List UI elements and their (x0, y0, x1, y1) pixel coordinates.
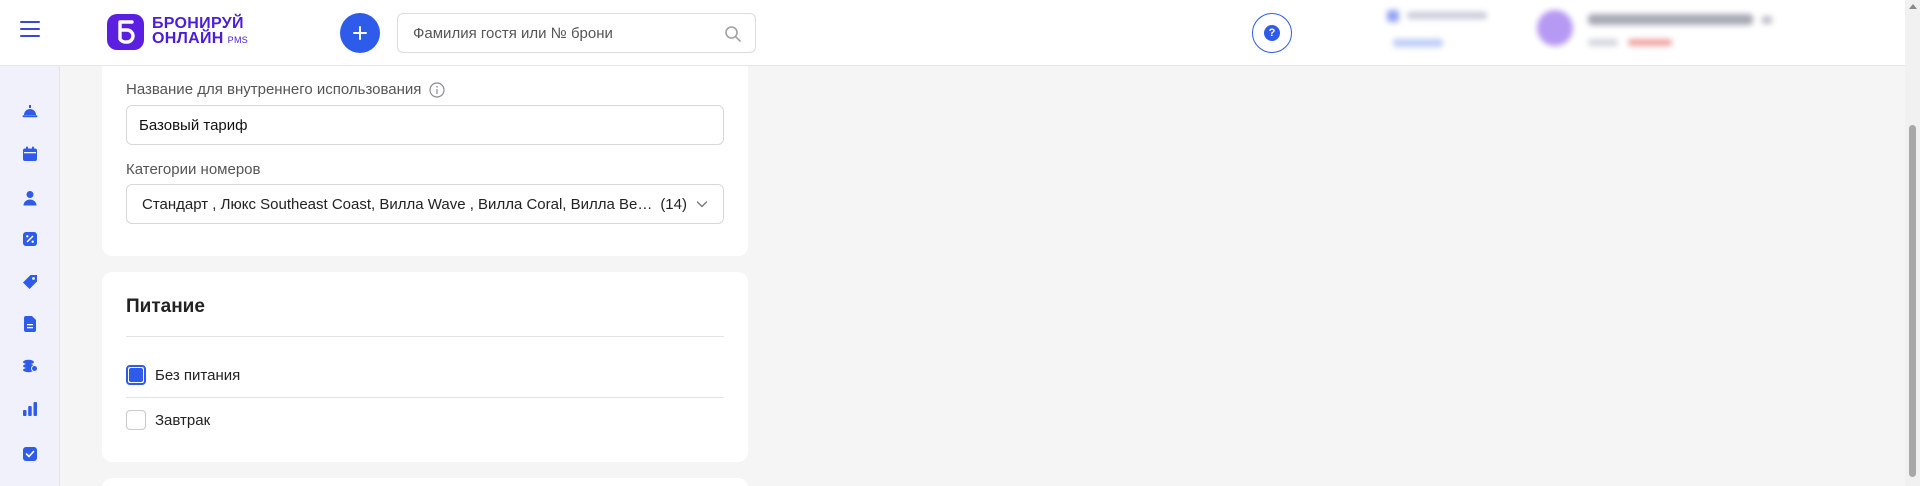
meals-title-divider (126, 336, 724, 337)
meal-option-breakfast[interactable]: Завтрак (126, 410, 210, 430)
add-booking-button[interactable] (340, 13, 380, 53)
room-categories-select[interactable]: Стандарт , Люкс Southeast Coast, Вилла W… (126, 184, 724, 224)
meals-title: Питание (126, 296, 205, 317)
info-icon[interactable] (429, 81, 446, 98)
blurred-status-widget (1387, 10, 1487, 47)
meals-card: Питание Без питания Завтрак (102, 272, 748, 462)
scrollbar-thumb[interactable] (1909, 125, 1916, 477)
internal-name-input[interactable] (126, 105, 724, 145)
meal-checkbox-breakfast[interactable] (126, 410, 146, 430)
rate-settings-card: Название для внутреннего использования К… (102, 58, 748, 256)
plus-icon (353, 26, 367, 40)
meal-option-label: Завтрак (155, 411, 211, 429)
blurred-user-profile (1537, 10, 1772, 46)
logo[interactable]: БРОНИРУЙ ОНЛАЙН PMS (107, 14, 248, 50)
search-input[interactable] (398, 14, 698, 52)
sidebar (0, 66, 60, 486)
logo-pms: PMS (227, 35, 249, 45)
meal-option-label: Без питания (155, 366, 241, 384)
sidebar-item-discounts[interactable] (20, 229, 40, 249)
app-root: БРОНИРУЙ ОНЛАЙНPMS ? (0, 0, 1920, 486)
internal-name-label: Название для внутреннего использования (126, 81, 422, 98)
sidebar-item-finance[interactable] (20, 356, 40, 376)
next-section-card (102, 478, 748, 486)
sidebar-item-reports[interactable] (20, 399, 40, 419)
logo-line2: ОНЛАЙН PMS (152, 31, 248, 48)
meals-option-divider (126, 397, 724, 398)
coins-icon (23, 359, 38, 373)
logo-line2-text: ОНЛАЙН (152, 30, 224, 47)
room-categories-value: Стандарт , Люкс Southeast Coast, Вилла W… (142, 195, 654, 213)
sidebar-item-guests[interactable] (20, 188, 40, 208)
logo-text: БРОНИРУЙ ОНЛАЙН PMS (152, 16, 248, 48)
sidebar-item-tasks[interactable] (20, 444, 40, 464)
sidebar-item-reception[interactable] (20, 100, 40, 120)
bar-chart-icon (23, 402, 37, 416)
top-header: БРОНИРУЙ ОНЛАЙНPMS ? (0, 0, 1905, 66)
logo-mark-icon (107, 14, 144, 50)
room-categories-label: Категории номеров (126, 161, 261, 178)
percent-icon (23, 232, 37, 246)
meal-checkbox-no-meal[interactable] (126, 365, 146, 385)
hamburger-menu-icon[interactable] (20, 21, 40, 41)
logo-line1: БРОНИРУЙ (152, 15, 244, 32)
tag-icon (23, 275, 37, 289)
sidebar-item-documents[interactable] (20, 314, 40, 334)
chevron-down-icon (695, 197, 709, 211)
calendar-icon (23, 146, 37, 161)
sidebar-item-tariffs[interactable] (20, 272, 40, 292)
bell-icon (22, 105, 38, 118)
document-icon (24, 316, 36, 332)
checkbox-icon (23, 447, 37, 461)
search-icon[interactable] (724, 25, 742, 43)
room-categories-count: (14) (660, 195, 687, 213)
scroll-up-arrow-icon[interactable] (1909, 4, 1917, 9)
help-icon: ? (1264, 25, 1280, 41)
meal-option-no-meal[interactable]: Без питания (126, 365, 240, 385)
sidebar-item-calendar[interactable] (20, 144, 40, 164)
internal-name-label-row: Название для внутреннего использования (126, 81, 446, 98)
help-button[interactable]: ? (1252, 13, 1292, 53)
user-icon (23, 191, 37, 206)
page-scrollbar[interactable] (1905, 0, 1920, 486)
guest-search (397, 13, 756, 53)
